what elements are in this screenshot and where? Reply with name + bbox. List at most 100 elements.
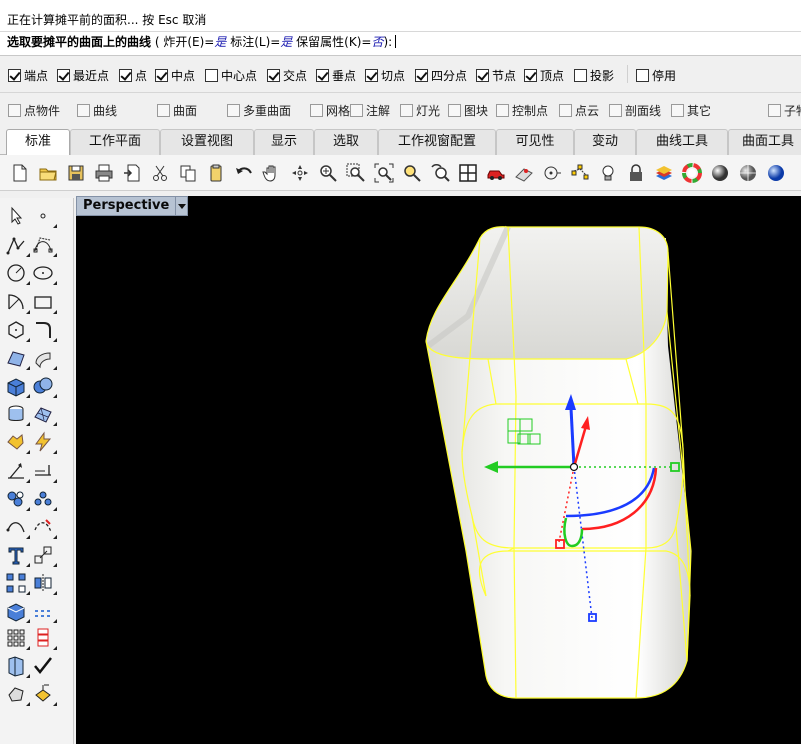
checkbox[interactable] (8, 69, 21, 82)
osnap-quadrant[interactable]: 四分点 (415, 67, 467, 84)
array-icon[interactable] (4, 571, 30, 595)
ellipse-icon[interactable] (31, 261, 57, 285)
car-icon[interactable] (485, 162, 507, 184)
tab-viewport-layout[interactable]: 工作视窗配置 (378, 129, 496, 155)
light-bulb-icon[interactable] (597, 162, 619, 184)
option-keep-properties-value[interactable]: 否 (371, 35, 383, 49)
rectangle-icon[interactable] (31, 290, 57, 314)
filter-others[interactable]: 其它 (671, 102, 711, 119)
checkbox[interactable] (524, 69, 537, 82)
osnap-project[interactable]: 投影 (574, 67, 614, 84)
checkbox[interactable] (157, 104, 170, 117)
group-icon[interactable] (4, 487, 30, 511)
checkbox[interactable] (496, 104, 509, 117)
grid-plane-icon[interactable] (513, 162, 535, 184)
viewport-menu-dropdown-icon[interactable] (176, 196, 189, 216)
checkbox[interactable] (671, 104, 684, 117)
surface-from-points-icon[interactable] (4, 346, 30, 370)
osnap-disable[interactable]: 停用 (636, 67, 676, 84)
circle-icon[interactable] (4, 261, 30, 285)
checkbox[interactable] (155, 69, 168, 82)
option-annotate[interactable]: 标注(L)= (230, 35, 280, 49)
tab-set-view[interactable]: 设置视图 (160, 129, 254, 155)
filter-points[interactable]: 点物件 (8, 102, 60, 119)
osnap-midpoint[interactable]: 中点 (155, 67, 195, 84)
undo-view-icon[interactable] (429, 162, 451, 184)
pan-hand-icon[interactable] (261, 162, 283, 184)
box-solid-icon[interactable] (4, 374, 30, 398)
osnap-point[interactable]: 点 (119, 67, 147, 84)
text-icon[interactable] (4, 543, 30, 567)
checkbox[interactable] (316, 69, 329, 82)
filter-meshes[interactable]: 网格 (310, 102, 350, 119)
zoom-window-icon[interactable] (345, 162, 367, 184)
polysurface-object[interactable] (425, 225, 692, 699)
mesh-cylinder-icon[interactable] (4, 402, 30, 426)
rendered-object-icon[interactable] (31, 682, 57, 706)
shaded-sphere-icon[interactable] (709, 162, 731, 184)
save-icon[interactable] (65, 162, 87, 184)
tab-display[interactable]: 显示 (254, 129, 314, 155)
extrude-surface-icon[interactable] (31, 346, 57, 370)
filter-point-clouds[interactable]: 点云 (559, 102, 599, 119)
checkbox[interactable] (57, 69, 70, 82)
checkbox[interactable] (476, 69, 489, 82)
fillet-curves-icon[interactable] (31, 318, 57, 342)
checkbox[interactable] (350, 104, 363, 117)
option-explode[interactable]: 炸开(E)= (163, 35, 214, 49)
point-grid-icon[interactable] (31, 599, 57, 623)
open-folder-icon[interactable] (37, 162, 59, 184)
tab-cplanes[interactable]: 工作平面 (70, 129, 160, 155)
checkbox[interactable] (267, 69, 280, 82)
scale-icon[interactable] (31, 543, 57, 567)
drafting-solid-icon[interactable] (4, 682, 30, 706)
stack-blocks-icon[interactable] (31, 626, 57, 650)
checkbox[interactable] (205, 69, 218, 82)
analyze-box-icon[interactable] (4, 599, 30, 623)
checkbox[interactable] (448, 104, 461, 117)
tab-select[interactable]: 选取 (314, 129, 378, 155)
render-sphere-icon[interactable] (765, 162, 787, 184)
copy-icon[interactable] (177, 162, 199, 184)
option-keep-properties[interactable]: 保留属性(K)= (296, 35, 371, 49)
checkbox[interactable] (310, 104, 323, 117)
osnap-perpendicular[interactable]: 垂点 (316, 67, 356, 84)
mesh-plane-icon[interactable] (31, 402, 57, 426)
checkbox[interactable] (559, 104, 572, 117)
undo-icon[interactable] (233, 162, 255, 184)
curve-from-object-icon[interactable] (4, 515, 30, 539)
checkbox[interactable] (365, 69, 378, 82)
import-icon[interactable] (121, 162, 143, 184)
lock-icon[interactable] (625, 162, 647, 184)
tab-surface-tools[interactable]: 曲面工具 (728, 129, 801, 155)
option-annotate-value[interactable]: 是 (280, 35, 292, 49)
layout-panel-icon[interactable] (4, 654, 30, 678)
new-file-icon[interactable] (9, 162, 31, 184)
checkbox[interactable] (636, 69, 649, 82)
filter-blocks[interactable]: 图块 (448, 102, 488, 119)
option-explode-value[interactable]: 是 (214, 35, 226, 49)
render-tools-icon[interactable] (4, 430, 30, 454)
checkbox[interactable] (400, 104, 413, 117)
osnap-center[interactable]: 中心点 (205, 67, 257, 84)
rotate-view-icon[interactable] (289, 162, 311, 184)
polyline-icon[interactable] (4, 233, 30, 257)
select-arrow-icon[interactable] (4, 204, 28, 228)
circle-center-icon[interactable] (541, 162, 563, 184)
filter-subobjects[interactable]: 子物 (768, 102, 801, 119)
points-on-icon[interactable] (569, 162, 591, 184)
checkbox[interactable] (574, 69, 587, 82)
osnap-vertex[interactable]: 顶点 (524, 67, 564, 84)
tab-curve-tools[interactable]: 曲线工具 (636, 129, 728, 155)
tab-transform[interactable]: 变动 (574, 129, 636, 155)
arc-icon[interactable] (4, 290, 30, 314)
filter-control-points[interactable]: 控制点 (496, 102, 548, 119)
checkbox[interactable] (77, 104, 90, 117)
tab-standard[interactable]: 标准 (6, 129, 70, 156)
boolean-union-icon[interactable] (31, 374, 57, 398)
checkbox[interactable] (609, 104, 622, 117)
leader-icon[interactable] (31, 459, 57, 483)
viewport-name-label[interactable]: Perspective (76, 196, 177, 216)
filter-curves[interactable]: 曲线 (77, 102, 117, 119)
osnap-knot[interactable]: 节点 (476, 67, 516, 84)
